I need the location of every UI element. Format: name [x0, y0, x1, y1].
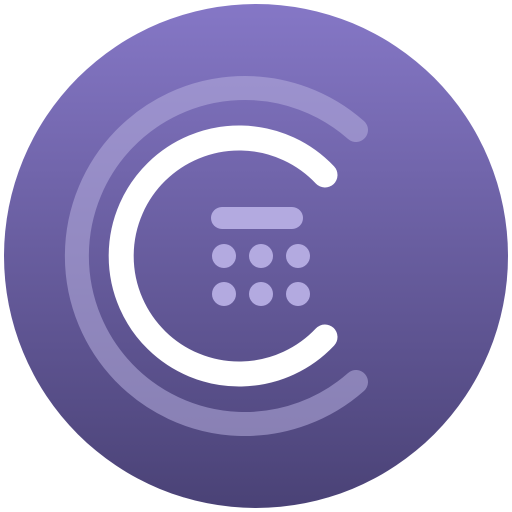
- keypad-dot-icon: [212, 282, 236, 306]
- keypad-dot-icon: [249, 282, 273, 306]
- keypad-dot-icon: [286, 244, 310, 268]
- keypad-dot-icon: [212, 244, 236, 268]
- app-icon-svg: [4, 4, 508, 508]
- keypad-dot-icon: [286, 282, 310, 306]
- keypad-dot-icon: [249, 244, 273, 268]
- app-icon: [0, 0, 512, 512]
- calculator-display-bar-icon: [211, 207, 303, 229]
